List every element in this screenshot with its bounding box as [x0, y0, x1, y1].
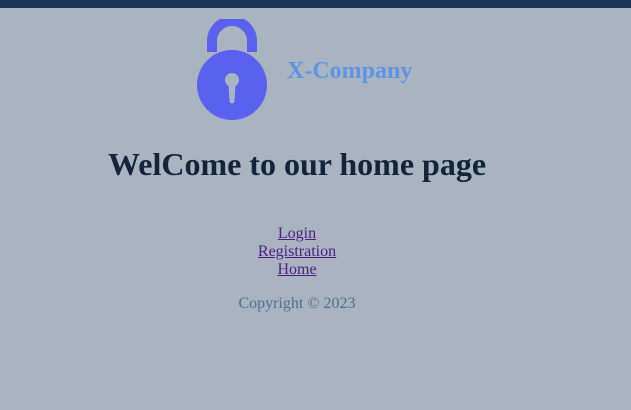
header: X-Company — [0, 0, 631, 130]
main-nav: Login Registration Home — [0, 225, 594, 279]
copyright-text: Copyright © 2023 — [238, 295, 356, 312]
login-link[interactable]: Login — [0, 225, 594, 243]
registration-link[interactable]: Registration — [0, 243, 594, 261]
lock-icon — [197, 19, 267, 120]
page-title: WelCome to our home page — [108, 146, 487, 182]
company-name: X-Company — [287, 58, 413, 84]
home-link[interactable]: Home — [0, 261, 594, 279]
